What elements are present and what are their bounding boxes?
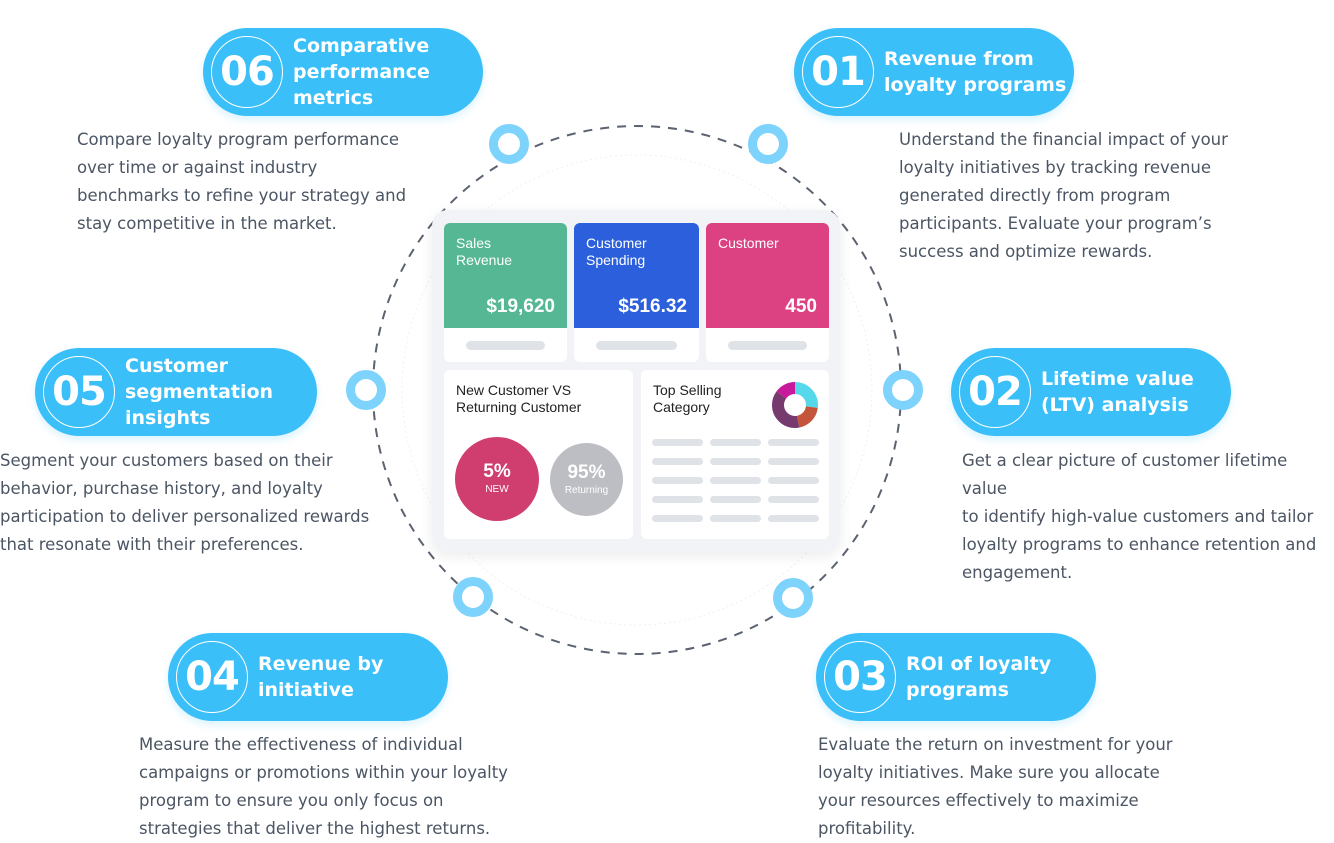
returning-percent: 95% — [567, 461, 606, 483]
step-03-badge: 03 ROI of loyalty programs — [816, 633, 1096, 721]
kpi-value: 450 — [785, 296, 817, 317]
placeholder-bar — [728, 341, 807, 350]
placeholder-bar — [466, 341, 545, 350]
kpi-label: Sales Revenue — [456, 235, 513, 268]
placeholder-line — [768, 515, 819, 522]
returning-label: Returning — [564, 484, 609, 496]
step-04-description: Measure the effectiveness of individual … — [139, 735, 508, 838]
step-06-badge: 06 Comparative performance metrics — [203, 28, 483, 116]
placeholder-line — [710, 515, 761, 522]
panel-title: New Customer VS Returning Customer — [456, 382, 582, 415]
kpi-value: $19,620 — [486, 296, 555, 317]
step-05-badge: 05 Customer segmentation insights — [35, 348, 317, 436]
step-title: ROI of loyalty programs — [906, 653, 1052, 701]
step-number: 03 — [824, 641, 896, 713]
step-title: Revenue from loyalty programs — [884, 48, 1067, 96]
step-title: Comparative performance metrics — [293, 35, 430, 109]
placeholder-line — [652, 515, 703, 522]
kpi-card-sales-revenue: Sales Revenue $19,620 — [444, 223, 567, 362]
step-number: 02 — [959, 356, 1031, 428]
step-title: Customer segmentation insights — [125, 355, 274, 429]
orbit-dot-03 — [773, 578, 813, 618]
panel-title: Top Selling Category — [653, 382, 722, 415]
step-number: 01 — [802, 36, 874, 108]
step-02-badge: 02 Lifetime value (LTV) analysis — [951, 348, 1231, 436]
placeholder-line — [710, 477, 761, 484]
kpi-label: Customer Spending — [586, 235, 647, 268]
placeholder-bar — [596, 341, 677, 350]
step-number: 06 — [211, 36, 283, 108]
new-percent: 5% — [483, 461, 511, 482]
category-donut-chart — [772, 382, 818, 428]
kpi-header: Customer 450 — [706, 223, 829, 328]
new-vs-returning-panel: New Customer VS Returning Customer 5% NE… — [444, 370, 633, 539]
placeholder-line — [768, 458, 819, 465]
kpi-card-customer: Customer 450 — [706, 223, 829, 362]
placeholder-line — [768, 496, 819, 503]
orbit-dot-04 — [453, 577, 493, 617]
top-selling-panel: Top Selling Category — [641, 370, 829, 539]
placeholder-line — [710, 458, 761, 465]
placeholder-line — [768, 439, 819, 446]
placeholder-line — [768, 477, 819, 484]
kpi-card-customer-spending: Customer Spending $516.32 — [574, 223, 699, 362]
step-05-description: Segment your customers based on their be… — [0, 451, 370, 554]
step-02-description: Get a clear picture of customer lifetime… — [962, 451, 1317, 582]
orbit-dot-05 — [346, 370, 386, 410]
step-03-description: Evaluate the return on investment for yo… — [818, 735, 1173, 838]
step-04-badge: 04 Revenue by initiative — [168, 633, 448, 721]
kpi-header: Customer Spending $516.32 — [574, 223, 699, 328]
placeholder-line — [710, 439, 761, 446]
step-title: Lifetime value (LTV) analysis — [1041, 368, 1194, 416]
orbit-dot-02 — [883, 370, 923, 410]
placeholder-line — [652, 458, 703, 465]
kpi-header: Sales Revenue $19,620 — [444, 223, 567, 328]
kpi-label: Customer — [718, 235, 779, 251]
kpi-value: $516.32 — [618, 296, 687, 317]
step-01-badge: 01 Revenue from loyalty programs — [794, 28, 1074, 116]
new-label: NEW — [485, 484, 509, 495]
new-customer-bubble: 5% NEW — [455, 437, 539, 521]
placeholder-line — [710, 496, 761, 503]
orbit-dot-06 — [489, 124, 529, 164]
placeholder-line — [652, 439, 703, 446]
step-title: Revenue by initiative — [258, 653, 384, 701]
placeholder-line — [652, 477, 703, 484]
dashboard-mockup: Sales Revenue $19,620 Customer Spending … — [432, 210, 840, 552]
placeholder-line — [652, 496, 703, 503]
step-01-description: Understand the financial impact of your … — [899, 130, 1228, 261]
step-06-description: Compare loyalty program performance over… — [77, 130, 407, 233]
step-number: 04 — [176, 641, 248, 713]
step-number: 05 — [43, 356, 115, 428]
returning-customer-bubble: 95% Returning — [550, 443, 623, 516]
orbit-dot-01 — [748, 124, 788, 164]
